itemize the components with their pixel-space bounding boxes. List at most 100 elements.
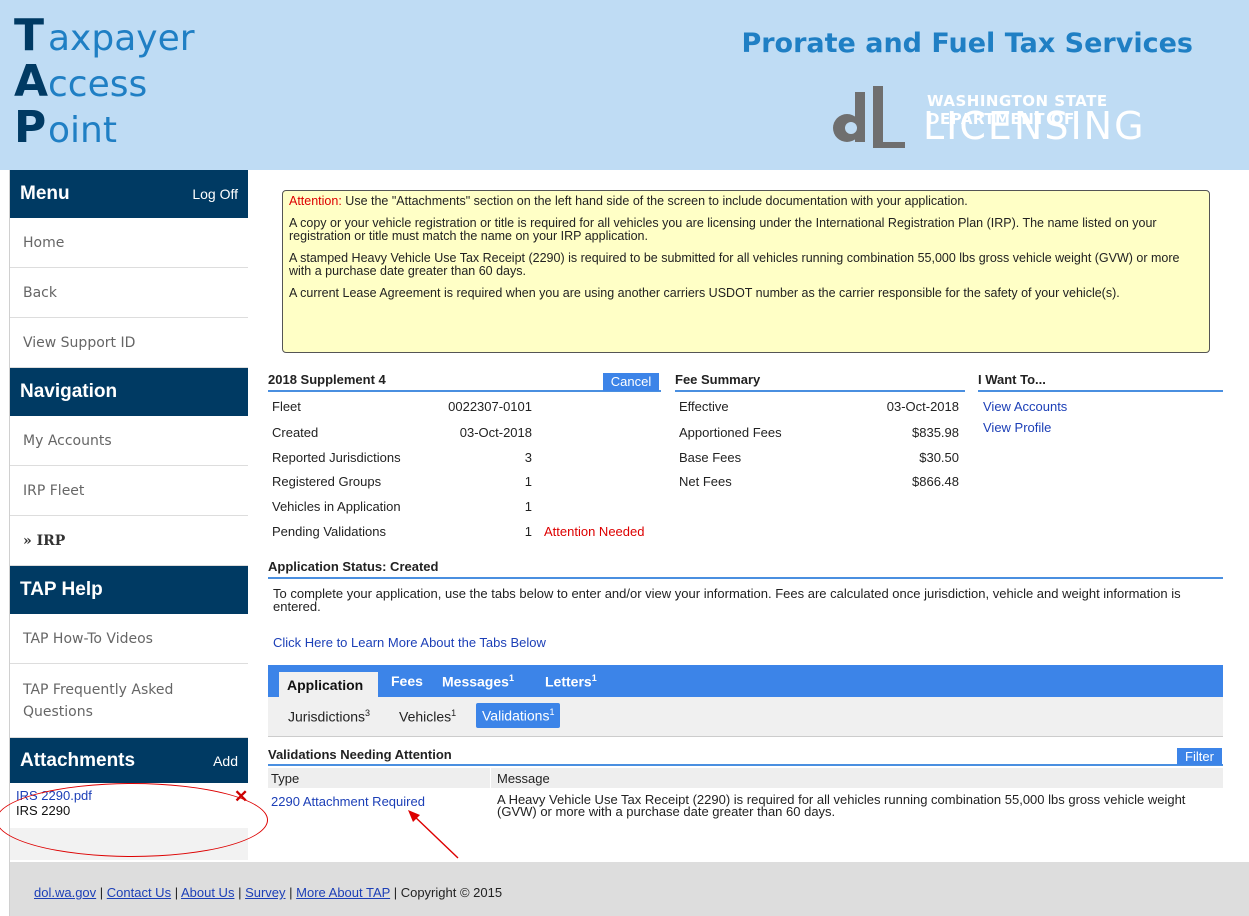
- sidebar-item-irp[interactable]: » IRP: [10, 516, 248, 566]
- fee-label: Base Fees: [679, 450, 742, 465]
- column-divider: [490, 768, 491, 788]
- page-footer: dol.wa.gov | Contact Us | About Us | Sur…: [10, 862, 1249, 916]
- fee-value: $30.50: [919, 450, 959, 465]
- page-header: T axpayer A ccess P oint Prorate and Fue…: [0, 0, 1249, 170]
- sidebar-item-home[interactable]: Home: [10, 218, 248, 268]
- fee-value: $866.48: [912, 474, 959, 489]
- tap-logo-line: T axpayer: [14, 12, 195, 58]
- attachments-add-link[interactable]: Add: [213, 753, 238, 769]
- footer-link-contact[interactable]: Contact Us: [107, 885, 171, 900]
- sidebar-item-my-accounts[interactable]: My Accounts: [10, 416, 248, 466]
- view-accounts-link[interactable]: View Accounts: [983, 399, 1067, 414]
- fee-label: Net Fees: [679, 474, 732, 489]
- application-status-title: Application Status: Created: [268, 559, 1223, 579]
- subtab-badge: 1: [451, 708, 457, 718]
- tab-badge: 1: [591, 673, 597, 683]
- tap-logo-word: axpayer: [48, 18, 195, 59]
- subtab-badge: 3: [365, 708, 371, 718]
- tap-logo-line: P oint: [14, 104, 195, 150]
- attention-paragraph: Attention: Use the "Attachments" section…: [289, 195, 1203, 208]
- supplement-label: Pending Validations: [272, 524, 386, 539]
- footer-link-more-about-tap[interactable]: More About TAP: [296, 885, 390, 900]
- application-status-text: To complete your application, use the ta…: [273, 586, 1181, 614]
- navigation-label: Navigation: [20, 381, 118, 402]
- supplement-value: 03-Oct-2018: [459, 425, 532, 440]
- attention-paragraph: A stamped Heavy Vehicle Use Tax Receipt …: [289, 251, 1180, 278]
- tab-label: Application: [287, 677, 364, 693]
- attention-box: Attention: Use the "Attachments" section…: [282, 190, 1210, 353]
- dol-mark-icon: [833, 86, 905, 148]
- subtab-jurisdictions[interactable]: Jurisdictions3: [288, 708, 370, 725]
- tab-letters[interactable]: Letters1: [545, 673, 597, 690]
- supplement-value: 0022307-0101: [448, 399, 532, 414]
- attachments-label: Attachments: [20, 749, 136, 771]
- tap-help-header: TAP Help: [10, 566, 248, 614]
- annotation-arrow-icon: [408, 810, 459, 859]
- sidebar-item-back[interactable]: Back: [10, 268, 248, 318]
- fee-label: Apportioned Fees: [679, 425, 782, 440]
- footer-separator: |: [285, 885, 297, 900]
- menu-header: Menu Log Off: [10, 170, 248, 218]
- footer-separator: |: [234, 885, 246, 900]
- tab-application[interactable]: Application: [279, 672, 378, 697]
- supplement-label: Vehicles in Application: [272, 499, 401, 514]
- annotation-oval: [0, 783, 268, 857]
- validations-table-header: Type Message: [268, 768, 1223, 788]
- column-header-message[interactable]: Message: [497, 771, 550, 786]
- attention-paragraph: A copy or your vehicle registration or t…: [289, 216, 1157, 243]
- fee-label: Effective: [679, 399, 729, 414]
- subtab-validations[interactable]: Validations1: [476, 703, 561, 728]
- subtab-vehicles[interactable]: Vehicles1: [399, 708, 456, 725]
- tap-logo: T axpayer A ccess P oint: [14, 12, 195, 150]
- log-off-link[interactable]: Log Off: [192, 186, 238, 202]
- tap-logo-letter: P: [14, 102, 47, 153]
- menu-label: Menu: [20, 183, 70, 204]
- sidebar-item-faq[interactable]: TAP Frequently Asked Questions: [10, 664, 248, 738]
- footer-separator: |: [96, 885, 107, 900]
- fee-value: $835.98: [912, 425, 959, 440]
- view-profile-link[interactable]: View Profile: [983, 420, 1051, 435]
- validation-type-link[interactable]: 2290 Attachment Required: [271, 794, 425, 809]
- supplement-value: 1: [524, 524, 532, 539]
- i-want-to-title: I Want To...: [978, 371, 1223, 392]
- tab-label: Letters: [545, 673, 592, 690]
- fee-summary-title: Fee Summary: [675, 371, 965, 392]
- sidebar-item-how-to-videos[interactable]: TAP How-To Videos: [10, 614, 248, 664]
- footer-link-about[interactable]: About Us: [181, 885, 234, 900]
- footer-link-dol[interactable]: dol.wa.gov: [34, 885, 96, 900]
- sidebar-item-irp-fleet[interactable]: IRP Fleet: [10, 466, 248, 516]
- learn-more-tabs-link[interactable]: Click Here to Learn More About the Tabs …: [273, 635, 546, 650]
- tap-logo-letter: A: [14, 56, 49, 107]
- attention-needed-status[interactable]: Attention Needed: [544, 524, 644, 539]
- supplement-label: Registered Groups: [272, 474, 382, 489]
- subtab-label: Jurisdictions: [288, 708, 366, 725]
- attention-paragraph: A current Lease Agreement is required wh…: [289, 286, 1120, 300]
- tap-logo-word: ccess: [48, 64, 148, 105]
- validations-title: Validations Needing Attention: [268, 747, 1223, 766]
- sidebar-item-view-support-id[interactable]: View Support ID: [10, 318, 248, 368]
- dol-logo: WASHINGTON STATE DEPARTMENT OF LICENSING: [805, 84, 1185, 150]
- supplement-label: Fleet: [272, 399, 301, 414]
- tap-logo-word: oint: [48, 110, 117, 151]
- sidebar: Menu Log Off Home Back View Support ID N…: [10, 170, 248, 860]
- fee-value: 03-Oct-2018: [886, 399, 959, 414]
- column-header-type[interactable]: Type: [271, 771, 299, 786]
- supplement-value: 3: [524, 450, 532, 465]
- filter-button[interactable]: Filter: [1177, 748, 1222, 765]
- tab-fees[interactable]: Fees: [391, 673, 423, 689]
- validation-message: A Heavy Vehicle Use Tax Receipt (2290) i…: [497, 792, 1186, 819]
- tap-logo-letter: T: [14, 10, 45, 61]
- attention-text: Use the "Attachments" section on the lef…: [341, 194, 968, 208]
- subtab-badge: 1: [549, 707, 555, 717]
- tab-messages[interactable]: Messages1: [442, 673, 514, 690]
- footer-separator: |: [390, 885, 401, 900]
- footer-link-survey[interactable]: Survey: [245, 885, 285, 900]
- supplement-label: Reported Jurisdictions: [272, 450, 401, 465]
- header-title: Prorate and Fuel Tax Services: [741, 28, 1193, 59]
- cancel-button[interactable]: Cancel: [603, 373, 659, 391]
- footer-copyright: Copyright © 2015: [400, 885, 503, 900]
- supplement-value: 1: [524, 499, 532, 514]
- tap-logo-line: A ccess: [14, 58, 195, 104]
- dol-agency-name: LICENSING: [923, 104, 1146, 148]
- tab-label: Fees: [391, 673, 423, 689]
